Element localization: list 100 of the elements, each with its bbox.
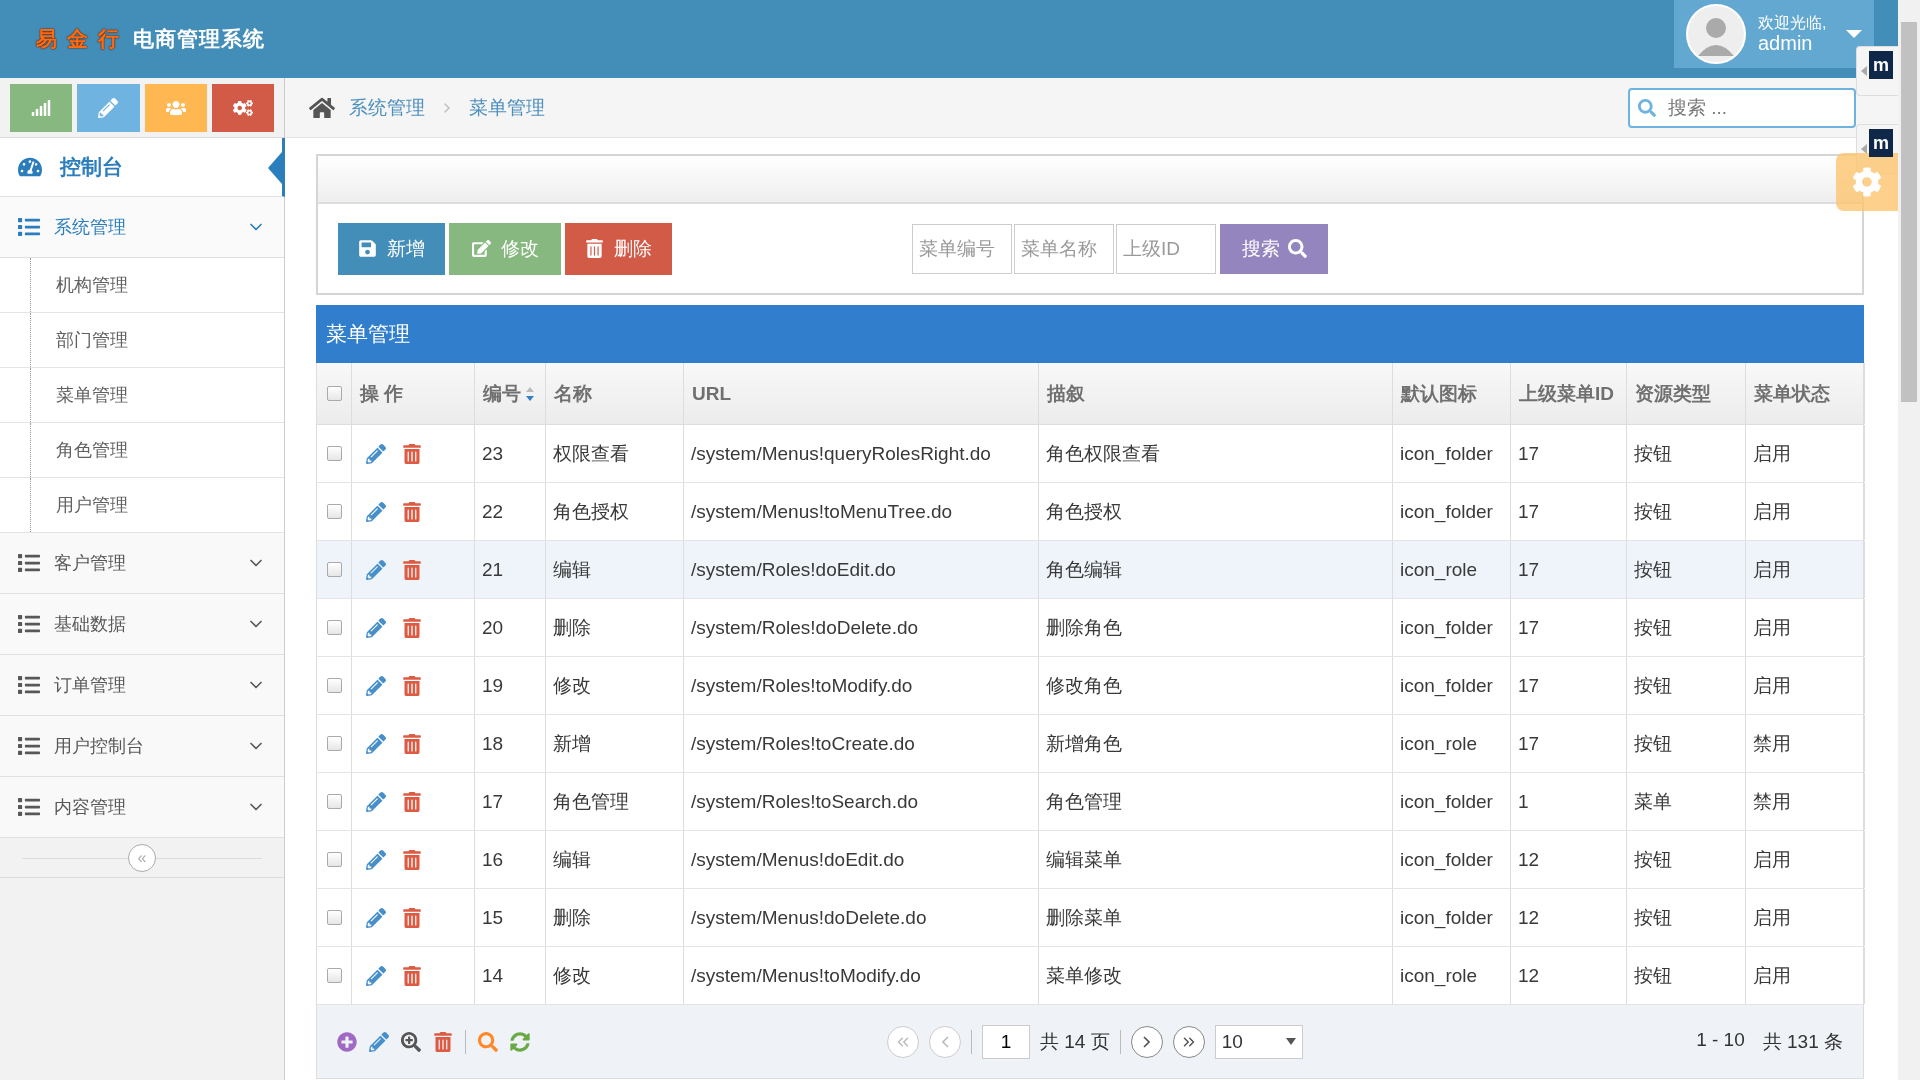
- table-cell: 新增角色: [1039, 715, 1393, 772]
- trash-icon[interactable]: [402, 965, 422, 986]
- column-header: 编号: [475, 363, 546, 424]
- refresh-icon[interactable]: [510, 1031, 530, 1052]
- delete-button[interactable]: 删除: [565, 222, 672, 275]
- table-cell: 角色授权: [1039, 483, 1393, 540]
- table-cell: 按钮: [1627, 889, 1746, 946]
- dashboard-item[interactable]: 控制台: [0, 138, 285, 197]
- table-cell: 删除菜单: [1039, 889, 1393, 946]
- pencil-icon[interactable]: [366, 849, 386, 870]
- pencil-icon[interactable]: [366, 675, 386, 696]
- trash-icon[interactable]: [402, 501, 422, 522]
- pencil-icon[interactable]: [366, 907, 386, 928]
- edit-icon: [471, 239, 491, 258]
- menu-group-label: 基础数据: [54, 613, 126, 636]
- table-cell: 21: [475, 541, 546, 598]
- trash-icon[interactable]: [433, 1031, 453, 1052]
- filter-field[interactable]: 菜单名称: [1014, 223, 1114, 274]
- scrollbar-thumb[interactable]: [1901, 22, 1917, 402]
- table-cell: icon_folder: [1393, 483, 1511, 540]
- menu-group[interactable]: 用户控制台: [0, 716, 284, 777]
- menu-item[interactable]: 角色管理: [0, 423, 284, 478]
- row-checkbox[interactable]: [326, 446, 342, 461]
- dashboard-icon: [18, 155, 42, 179]
- trash-icon[interactable]: [402, 733, 422, 754]
- row-checkbox[interactable]: [326, 620, 342, 635]
- trash-icon[interactable]: [402, 617, 422, 638]
- shortcut-button[interactable]: [211, 83, 274, 132]
- side-tab[interactable]: m: [1856, 46, 1898, 96]
- search-icon: [1638, 98, 1656, 117]
- table-cell: 17: [475, 773, 546, 830]
- menu-item[interactable]: 部门管理: [0, 313, 284, 368]
- filter-field[interactable]: 上级ID: [1116, 223, 1216, 274]
- row-checkbox[interactable]: [326, 678, 342, 693]
- shortcut-button[interactable]: [10, 83, 73, 132]
- pencil-icon[interactable]: [366, 559, 386, 580]
- breadcrumb-link[interactable]: 菜单管理: [469, 94, 545, 121]
- menu-item[interactable]: 机构管理: [0, 258, 284, 313]
- column-header: URL: [684, 363, 1039, 424]
- settings-button[interactable]: [1836, 153, 1898, 211]
- page-input[interactable]: 1: [982, 1024, 1030, 1059]
- table-cell: 删除: [546, 599, 684, 656]
- pencil-icon[interactable]: [366, 501, 386, 522]
- column-header: 上级菜单ID: [1511, 363, 1627, 424]
- table-cell: 1: [1511, 773, 1627, 830]
- table-cell: 18: [475, 715, 546, 772]
- page-size-select[interactable]: 10: [1214, 1024, 1303, 1059]
- pencil-icon[interactable]: [366, 733, 386, 754]
- table-cell: 12: [1511, 889, 1627, 946]
- add-icon[interactable]: [337, 1031, 357, 1052]
- add-button[interactable]: 新增: [338, 222, 445, 275]
- table-cell: 修改: [546, 657, 684, 714]
- table-cell: 按钮: [1627, 947, 1746, 1004]
- table-title: 菜单管理: [316, 305, 1864, 363]
- trash-icon[interactable]: [402, 849, 422, 870]
- pencil-icon[interactable]: [366, 791, 386, 812]
- avatar-icon: [1686, 4, 1746, 64]
- row-checkbox[interactable]: [326, 794, 342, 809]
- save-icon: [358, 239, 377, 258]
- menu-group[interactable]: 客户管理: [0, 533, 284, 594]
- row-checkbox[interactable]: [326, 968, 342, 983]
- scrollbar[interactable]: [1898, 0, 1920, 1080]
- row-checkbox[interactable]: [326, 910, 342, 925]
- trash-icon[interactable]: [402, 559, 422, 580]
- column-header: 名称: [546, 363, 684, 424]
- pencil-icon[interactable]: [366, 617, 386, 638]
- menu-item[interactable]: 菜单管理: [0, 368, 284, 423]
- row-checkbox[interactable]: [326, 736, 342, 751]
- pencil-icon[interactable]: [366, 443, 386, 464]
- breadcrumb-link[interactable]: 系统管理: [349, 94, 425, 121]
- trash-icon[interactable]: [402, 907, 422, 928]
- row-checkbox[interactable]: [326, 562, 342, 577]
- filter-field[interactable]: 菜单编号: [912, 223, 1012, 274]
- next-page-button[interactable]: [1130, 1025, 1163, 1058]
- shortcut-button[interactable]: [144, 83, 207, 132]
- pencil-icon[interactable]: [369, 1031, 389, 1052]
- search-button[interactable]: 搜索: [1220, 223, 1328, 274]
- menu-group[interactable]: 订单管理: [0, 655, 284, 716]
- column-header: 默认图标: [1393, 363, 1511, 424]
- row-checkbox[interactable]: [326, 504, 342, 519]
- shortcut-button[interactable]: [77, 83, 140, 132]
- search-field[interactable]: 搜索 ...: [1628, 87, 1856, 128]
- first-page-button[interactable]: [887, 1025, 919, 1058]
- table-cell: 启用: [1746, 947, 1865, 1004]
- last-page-button[interactable]: [1172, 1025, 1205, 1058]
- row-checkbox[interactable]: [326, 852, 342, 867]
- zoom-icon[interactable]: [401, 1031, 421, 1052]
- pencil-icon[interactable]: [366, 965, 386, 986]
- trash-icon[interactable]: [402, 443, 422, 464]
- menu-item[interactable]: 用户管理: [0, 478, 284, 533]
- menu-group[interactable]: 基础数据: [0, 594, 284, 655]
- list-icon: [18, 552, 40, 574]
- trash-icon[interactable]: [402, 675, 422, 696]
- menu-group[interactable]: 系统管理: [0, 197, 284, 258]
- brand-logo: 易 金 行: [36, 26, 121, 52]
- search-icon[interactable]: [478, 1031, 498, 1052]
- table-cell: 启用: [1746, 831, 1865, 888]
- trash-icon[interactable]: [402, 791, 422, 812]
- select-all-checkbox[interactable]: [326, 386, 342, 401]
- menu-group[interactable]: 内容管理: [0, 777, 284, 838]
